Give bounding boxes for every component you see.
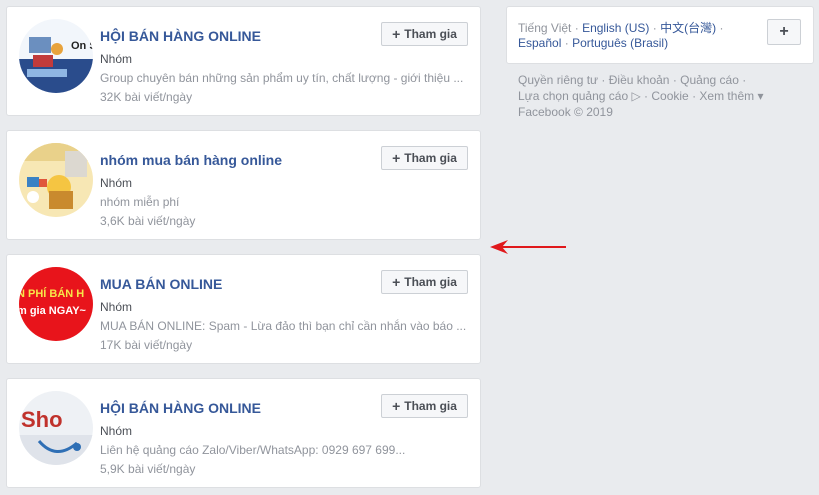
group-avatar[interactable]: N PHÍ BÁN H m gia NGAY~ bbox=[19, 267, 93, 341]
avatar-text: m gia NGAY~ bbox=[19, 305, 87, 317]
group-title[interactable]: nhóm mua bán hàng online bbox=[100, 152, 282, 168]
group-card: nhóm mua bán hàng online Nhóm nhóm miễn … bbox=[6, 130, 481, 240]
join-label: Tham gia bbox=[404, 399, 457, 413]
group-post-count: 3,6K bài viết/ngày bbox=[100, 214, 196, 228]
group-type: Nhóm bbox=[100, 52, 133, 66]
current-language: Tiếng Việt bbox=[518, 21, 572, 35]
group-description: nhóm miễn phí bbox=[100, 195, 180, 209]
language-link[interactable]: 中文(台灣) bbox=[660, 21, 716, 35]
group-avatar[interactable] bbox=[19, 143, 93, 217]
footer-link-more[interactable]: Xem thêm ▾ bbox=[699, 89, 763, 103]
footer-links-row: Lựa chọn quảng cáo ▷ · Cookie · Xem thêm… bbox=[518, 89, 764, 103]
avatar-text: N PHÍ BÁN H bbox=[19, 287, 84, 300]
footer-link-terms[interactable]: Điều khoản bbox=[609, 73, 670, 87]
footer-link-privacy[interactable]: Quyền riêng tư bbox=[518, 73, 598, 87]
join-label: Tham gia bbox=[404, 275, 457, 289]
join-group-button[interactable]: + Tham gia bbox=[381, 270, 468, 294]
language-row: Español · Português (Brasil) bbox=[518, 36, 669, 50]
group-type: Nhóm bbox=[100, 300, 133, 314]
group-title[interactable]: MUA BÁN ONLINE bbox=[100, 276, 222, 292]
footer-link-cookies[interactable]: Cookie bbox=[651, 89, 688, 103]
plus-icon: + bbox=[392, 398, 401, 414]
group-card: Sho HỘI BÁN HÀNG ONLINE Nhóm Liên hệ quả… bbox=[6, 378, 481, 488]
plus-icon: + bbox=[392, 274, 401, 290]
language-link[interactable]: English (US) bbox=[582, 21, 649, 35]
join-group-button[interactable]: + Tham gia bbox=[381, 22, 468, 46]
join-group-button[interactable]: + Tham gia bbox=[381, 394, 468, 418]
language-link[interactable]: Español bbox=[518, 36, 561, 50]
footer-links-row: Quyền riêng tư · Điều khoản · Quảng cáo … bbox=[518, 73, 747, 87]
avatar-text: Sho bbox=[21, 407, 63, 432]
language-row: Tiếng Việt · English (US) · 中文(台灣) · bbox=[518, 21, 724, 35]
join-label: Tham gia bbox=[404, 151, 457, 165]
group-card: N PHÍ BÁN H m gia NGAY~ MUA BÁN ONLINE N… bbox=[6, 254, 481, 364]
join-group-button[interactable]: + Tham gia bbox=[381, 146, 468, 170]
add-language-button[interactable]: + bbox=[767, 19, 801, 45]
footer-copyright: Facebook © 2019 bbox=[518, 105, 613, 119]
group-title[interactable]: HỘI BÁN HÀNG ONLINE bbox=[100, 400, 261, 416]
footer-link-ad-choices[interactable]: Lựa chọn quảng cáo ▷ bbox=[518, 89, 641, 103]
join-label: Tham gia bbox=[404, 27, 457, 41]
group-card: On Sh HỘI BÁN HÀNG ONLINE Nhóm Group chu… bbox=[6, 6, 481, 116]
group-description: MUA BÁN ONLINE: Spam - Lừa đảo thì bạn c… bbox=[100, 319, 467, 333]
group-post-count: 17K bài viết/ngày bbox=[100, 338, 193, 352]
footer-link-ads[interactable]: Quảng cáo bbox=[680, 73, 739, 87]
group-post-count: 32K bài viết/ngày bbox=[100, 90, 193, 104]
plus-icon: + bbox=[392, 150, 401, 166]
annotation-arrow-icon bbox=[490, 240, 566, 254]
group-type: Nhóm bbox=[100, 424, 133, 438]
language-link[interactable]: Português (Brasil) bbox=[572, 36, 668, 50]
group-description: Group chuyên bán những sản phẩm uy tín, … bbox=[100, 71, 464, 85]
plus-icon: + bbox=[392, 26, 401, 42]
group-post-count: 5,9K bài viết/ngày bbox=[100, 462, 196, 476]
group-avatar[interactable]: Sho bbox=[19, 391, 93, 465]
avatar-text: On Sh bbox=[71, 40, 93, 52]
language-panel: Tiếng Việt · English (US) · 中文(台灣) · Esp… bbox=[506, 6, 814, 64]
group-type: Nhóm bbox=[100, 176, 133, 190]
group-title[interactable]: HỘI BÁN HÀNG ONLINE bbox=[100, 28, 261, 44]
group-description: Liên hệ quảng cáo Zalo/Viber/WhatsApp: 0… bbox=[100, 443, 406, 457]
group-avatar[interactable]: On Sh bbox=[19, 19, 93, 93]
